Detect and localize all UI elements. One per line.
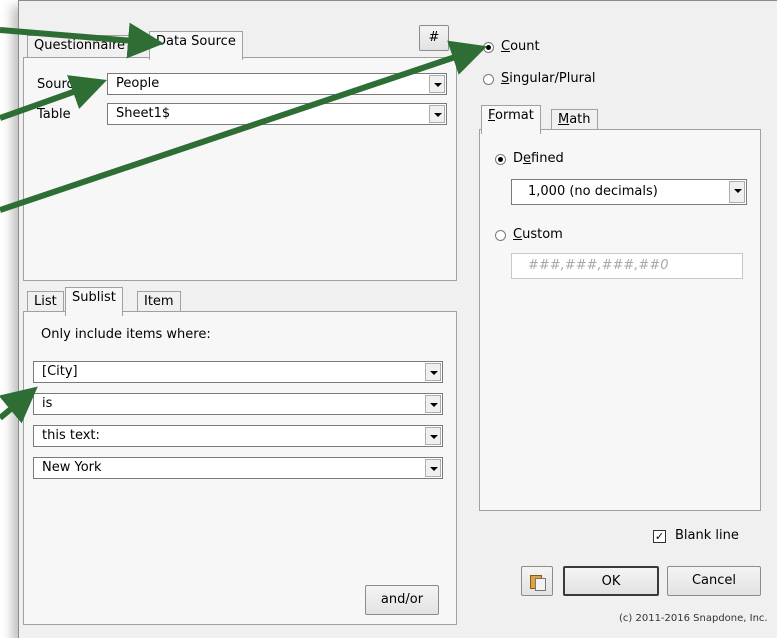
source-dropdown[interactable]: People bbox=[107, 73, 447, 95]
table-label: Table bbox=[37, 107, 71, 122]
source-label: Source bbox=[37, 77, 82, 92]
chevron-down-icon[interactable] bbox=[425, 395, 441, 413]
paste-button[interactable] bbox=[521, 566, 553, 596]
tab-data-source[interactable]: Data Source bbox=[149, 31, 243, 60]
dialog-window: Questionnaire Data Source # Source Peopl… bbox=[18, 0, 777, 638]
defined-label: Defined bbox=[513, 151, 564, 166]
singular-plural-label: Singular/Plural bbox=[501, 71, 596, 86]
cancel-button[interactable]: Cancel bbox=[667, 566, 761, 596]
math-rest: ath bbox=[569, 112, 591, 127]
blank-line-checkbox[interactable]: ✓ bbox=[653, 530, 666, 543]
operator-dropdown[interactable]: is bbox=[33, 393, 443, 415]
custom-label: Custom bbox=[513, 227, 563, 242]
count-radio[interactable] bbox=[483, 42, 494, 53]
comparison-dropdown[interactable]: this text: bbox=[33, 425, 443, 447]
and-or-button-label: and/or bbox=[380, 592, 424, 607]
and-or-button[interactable]: and/or bbox=[365, 585, 439, 615]
singular-rest: ingular/Plural bbox=[509, 71, 596, 86]
hash-button[interactable]: # bbox=[419, 25, 449, 51]
blank-line-label: Blank line bbox=[675, 528, 739, 543]
chevron-down-icon[interactable] bbox=[429, 105, 445, 123]
defined-prefix: D bbox=[513, 151, 524, 166]
value-dropdown[interactable]: New York bbox=[33, 457, 443, 479]
field-dropdown[interactable]: [City] bbox=[33, 361, 443, 383]
format-accel: F bbox=[488, 108, 496, 123]
count-rest: ount bbox=[510, 39, 540, 54]
defined-format-value: 1,000 (no decimals) bbox=[528, 184, 658, 199]
custom-accel: C bbox=[513, 227, 523, 242]
count-accel: C bbox=[501, 39, 511, 54]
tab-sublist-label: Sublist bbox=[72, 290, 116, 305]
singular-plural-radio[interactable] bbox=[483, 74, 494, 85]
source-value: People bbox=[116, 76, 160, 91]
custom-format-input[interactable]: ###,###,###,##0 bbox=[511, 253, 743, 279]
copyright-text: (c) 2011-2016 Snapdone, Inc. bbox=[619, 613, 768, 624]
hash-button-label: # bbox=[428, 30, 440, 45]
value-text: New York bbox=[42, 460, 102, 475]
clipboard-icon bbox=[530, 573, 546, 591]
defined-format-dropdown[interactable]: 1,000 (no decimals) bbox=[511, 179, 747, 205]
tab-sublist[interactable]: Sublist bbox=[65, 287, 123, 316]
tab-item-label: Item bbox=[144, 294, 174, 309]
defined-accel: e bbox=[523, 151, 532, 166]
tab-questionnaire-label: Questionnaire bbox=[34, 38, 126, 53]
chevron-down-icon[interactable] bbox=[425, 459, 441, 477]
custom-rest: ustom bbox=[522, 227, 563, 242]
format-rest: ormat bbox=[495, 108, 534, 123]
tab-questionnaire[interactable]: Questionnaire bbox=[27, 35, 159, 58]
chevron-down-icon[interactable] bbox=[729, 181, 745, 203]
field-value: [City] bbox=[42, 364, 78, 379]
chevron-down-icon[interactable] bbox=[425, 363, 441, 381]
comparison-value: this text: bbox=[42, 428, 100, 443]
ok-button-label: OK bbox=[601, 574, 621, 589]
chevron-down-icon[interactable] bbox=[429, 75, 445, 93]
math-accel: M bbox=[558, 112, 570, 127]
cancel-button-label: Cancel bbox=[691, 573, 737, 588]
tab-data-source-label: Data Source bbox=[156, 34, 236, 49]
ok-button[interactable]: OK bbox=[563, 566, 659, 596]
table-dropdown[interactable]: Sheet1$ bbox=[107, 103, 447, 125]
operator-value: is bbox=[42, 396, 53, 411]
chevron-down-icon[interactable] bbox=[425, 427, 441, 445]
custom-format-placeholder: ###,###,###,##0 bbox=[528, 258, 669, 273]
custom-radio[interactable] bbox=[495, 230, 506, 241]
tab-format[interactable]: Format bbox=[481, 105, 541, 134]
sublist-heading: Only include items where: bbox=[41, 327, 211, 342]
tab-list-label: List bbox=[34, 294, 57, 309]
count-label: Count bbox=[501, 39, 540, 54]
defined-radio[interactable] bbox=[495, 154, 506, 165]
table-value: Sheet1$ bbox=[116, 106, 171, 121]
defined-rest: fined bbox=[531, 151, 564, 166]
